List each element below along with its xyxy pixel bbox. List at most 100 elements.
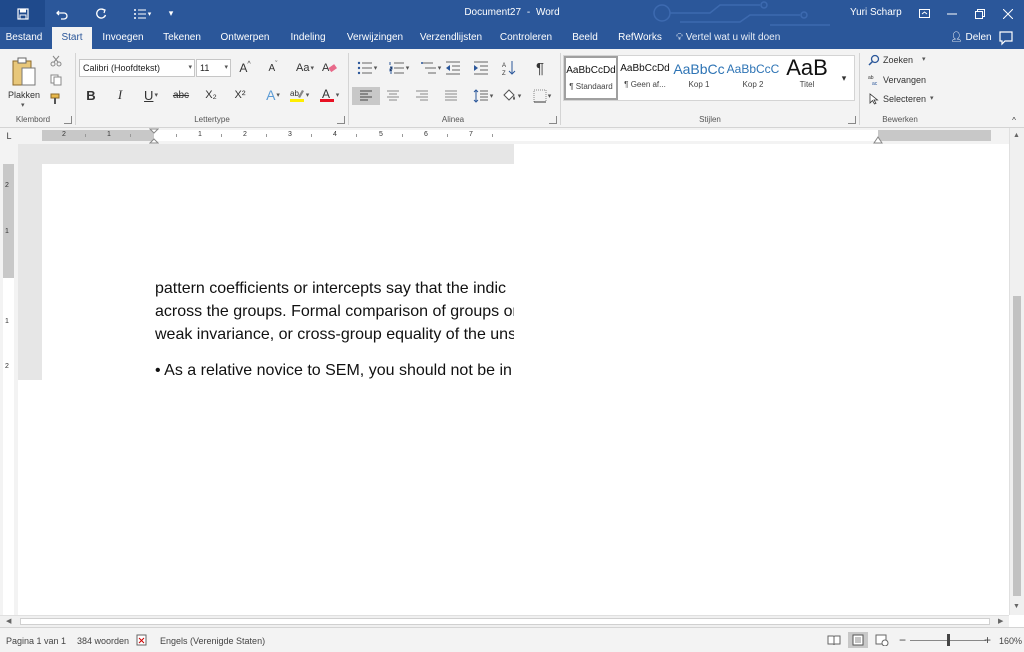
zoom-in-button[interactable]: + — [984, 633, 991, 647]
language-status[interactable]: Engels (Verenigde Staten) — [160, 636, 265, 646]
collapse-ribbon-button[interactable]: ^ — [1008, 115, 1020, 125]
increase-indent-button[interactable] — [472, 59, 490, 77]
page-count[interactable]: Pagina 1 van 1 — [6, 636, 66, 646]
shrink-font-button[interactable]: Aˇ — [265, 60, 281, 76]
print-layout-button[interactable] — [848, 632, 868, 648]
scroll-down-icon[interactable]: ▼ — [1013, 603, 1020, 610]
tab-start[interactable]: Start — [52, 27, 92, 49]
scroll-left-icon[interactable]: ◀ — [6, 617, 11, 625]
sort-button[interactable]: AZ — [500, 59, 518, 77]
paste-label[interactable]: Plakken — [4, 90, 44, 100]
document-line[interactable]: weak invariance, or cross-group equality… — [155, 326, 514, 344]
ruler-tick — [221, 134, 222, 137]
line-spacing-button[interactable]: ▾ — [470, 87, 496, 105]
proofing-icon[interactable] — [136, 634, 148, 646]
scroll-up-icon[interactable]: ▲ — [1013, 132, 1020, 139]
bold-button[interactable]: B — [83, 87, 99, 103]
user-name[interactable]: Yuri Scharp — [850, 7, 902, 18]
tab-refworks[interactable]: RefWorks — [612, 27, 668, 49]
strikethrough-button[interactable]: abc — [170, 87, 192, 103]
comment-icon[interactable] — [998, 30, 1014, 46]
zoom-out-button[interactable]: − — [899, 633, 906, 647]
close-button[interactable] — [994, 0, 1022, 27]
vertical-scrollbar[interactable]: ▲ ▼ — [1009, 128, 1024, 615]
scroll-thumb[interactable] — [1013, 296, 1021, 596]
tab-selector-icon[interactable]: L — [0, 128, 18, 144]
numbering-button[interactable]: ▾ — [386, 59, 412, 77]
paragraph-launcher-icon[interactable] — [549, 116, 557, 124]
grow-font-icon: A — [239, 61, 248, 75]
align-left-button[interactable] — [352, 87, 380, 105]
superscript-button[interactable]: X² — [230, 87, 250, 103]
replace-button[interactable]: ab ac Vervangen — [868, 71, 926, 89]
tab-verwijzingen[interactable]: Verwijzingen — [341, 27, 409, 49]
change-case-button[interactable]: Aa ▾ — [294, 60, 316, 76]
align-right-button[interactable] — [411, 87, 433, 105]
italic-button[interactable]: I — [112, 87, 128, 103]
underline-button[interactable]: U ▾ — [140, 87, 162, 103]
style-standaard[interactable]: AaBbCcDd ¶ Standaard — [564, 56, 618, 100]
select-button[interactable]: Selecteren ▾ — [868, 90, 934, 108]
font-color-button[interactable]: A ▾ — [316, 87, 342, 103]
font-size-combo[interactable]: 11 ▾ — [196, 59, 231, 77]
style-name: Titel — [799, 80, 815, 89]
multilevel-list-button[interactable]: ▾ — [418, 59, 444, 77]
bullets-button[interactable]: ▾ — [354, 59, 380, 77]
document-line[interactable]: pattern coefficients or intercepts say t… — [155, 280, 514, 298]
borders-button[interactable]: ▾ — [528, 87, 556, 105]
right-indent-marker-icon[interactable] — [873, 136, 883, 144]
ribbon-display-options-button[interactable] — [910, 0, 938, 27]
tab-beeld[interactable]: Beeld — [565, 27, 605, 49]
tell-me-box[interactable]: 💡︎ Vertel wat u wilt doen — [676, 27, 780, 49]
font-launcher-icon[interactable] — [337, 116, 345, 124]
document-line[interactable]: • As a relative novice to SEM, you shoul… — [155, 362, 514, 380]
paste-dropdown-icon[interactable]: ▾ — [21, 101, 25, 109]
tab-tekenen[interactable]: Tekenen — [157, 27, 207, 49]
styles-more-button[interactable]: ▾ — [835, 69, 853, 87]
subscript-button[interactable]: X₂ — [201, 87, 221, 103]
style-name: ¶ Geen af... — [624, 80, 666, 89]
format-painter-button[interactable] — [48, 91, 64, 107]
style-kop-1[interactable]: AaBbCc Kop 1 — [672, 56, 726, 96]
tab-ontwerpen[interactable]: Ontwerpen — [214, 27, 276, 49]
style-geen-afstand[interactable]: AaBbCcDd ¶ Geen af... — [618, 56, 672, 96]
paste-button[interactable] — [6, 53, 42, 91]
highlight-button[interactable]: ab ▾ — [286, 87, 312, 103]
text-effects-button[interactable]: A ▾ — [262, 87, 284, 103]
shading-button[interactable]: ▾ — [498, 87, 524, 105]
tab-verzendlijsten[interactable]: Verzendlijsten — [416, 27, 486, 49]
zoom-slider-thumb[interactable] — [947, 634, 950, 646]
search-icon — [868, 54, 880, 66]
justify-button[interactable] — [440, 87, 462, 105]
style-kop-2[interactable]: AaBbCcC Kop 2 — [726, 56, 780, 96]
align-center-button[interactable] — [382, 87, 404, 105]
minimize-button[interactable] — [938, 0, 966, 27]
show-formatting-button[interactable]: ¶ — [531, 59, 549, 77]
restore-button[interactable] — [966, 0, 994, 27]
scroll-thumb[interactable] — [20, 618, 990, 625]
grow-font-button[interactable]: A ^ — [237, 60, 253, 76]
zoom-level[interactable]: 160% — [999, 636, 1022, 646]
word-count[interactable]: 384 woorden — [77, 636, 129, 646]
decrease-indent-button[interactable] — [444, 59, 462, 77]
clipboard-launcher-icon[interactable] — [64, 116, 72, 124]
indent-marker-icon[interactable] — [149, 128, 159, 144]
tab-controleren[interactable]: Controleren — [494, 27, 558, 49]
tab-bestand[interactable]: Bestand — [0, 27, 48, 49]
tab-indeling[interactable]: Indeling — [283, 27, 333, 49]
cut-button[interactable] — [48, 53, 64, 69]
find-button[interactable]: Zoeken ▾ — [868, 51, 926, 69]
copy-button[interactable] — [48, 72, 64, 88]
read-mode-button[interactable] — [824, 632, 844, 648]
horizontal-scrollbar[interactable]: ◀ ▶ — [0, 615, 1009, 627]
document-line[interactable]: across the groups. Formal comparison of … — [155, 303, 514, 321]
clear-formatting-button[interactable]: A — [320, 59, 338, 77]
font-name-combo[interactable]: Calibri (Hoofdtekst) ▾ — [79, 59, 195, 77]
style-titel[interactable]: AaB Titel — [780, 56, 834, 96]
tab-invoegen[interactable]: Invoegen — [97, 27, 149, 49]
share-button[interactable]: 👤︎ Delen — [950, 27, 992, 49]
scroll-right-icon[interactable]: ▶ — [998, 617, 1003, 625]
styles-launcher-icon[interactable] — [848, 116, 856, 124]
web-layout-button[interactable] — [872, 632, 892, 648]
document-area[interactable]: pattern coefficients or intercepts say t… — [18, 144, 1009, 615]
